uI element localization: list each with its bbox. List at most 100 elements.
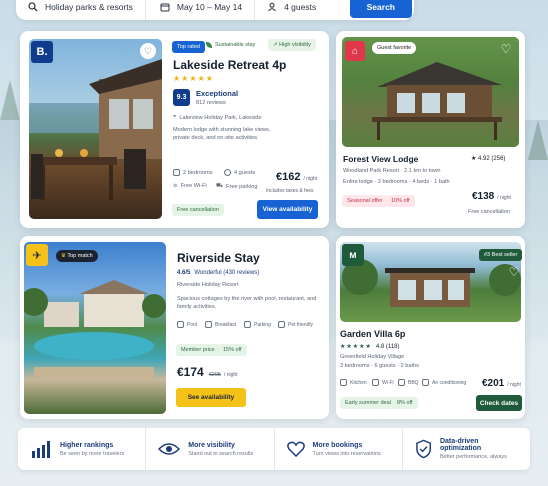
details-line: Entire lodge · 2 bedrooms · 4 beds · 1 b… [343, 179, 450, 185]
bar-chart-icon [32, 441, 50, 458]
destination-value: Holiday parks & resorts [45, 2, 133, 12]
favorite-heart-icon[interactable]: ♡ [140, 43, 156, 59]
kitchen-icon [340, 379, 347, 386]
person-icon [224, 169, 231, 176]
listing-card-forest[interactable]: ⌂ Guest favorite ♡ Forest View Lodge ★ 4… [336, 31, 525, 228]
guest-favorite-badge: Guest favorite [372, 42, 417, 54]
price-per-night: / night [223, 372, 238, 378]
favorite-heart-icon[interactable]: ♡ [506, 264, 522, 280]
park-name: Riverside Holiday Resort [177, 282, 239, 288]
amenity-bedrooms: 2 bedrooms [173, 169, 213, 176]
best-seller-badge: #3 Best seller [479, 249, 523, 261]
airbnb-logo: ⌂ [345, 41, 365, 61]
coffee-icon [205, 321, 212, 328]
rating: ★ 4.92 (256) [471, 156, 506, 162]
seasonal-offer-badge: Seasonal offer [342, 195, 388, 207]
shield-check-icon [415, 439, 431, 459]
price-per-night: / night [303, 176, 318, 182]
listing-title[interactable]: Lakeside Retreat 4p [173, 58, 286, 72]
top-match-badge: ♛ Top match [56, 250, 98, 262]
score-badge: 9.3 [173, 89, 190, 106]
listing-title[interactable]: Garden Villa 6p [340, 329, 405, 339]
price: €162 [276, 171, 301, 183]
amenity-guests: 4 guests [224, 169, 255, 176]
old-price: €205 [208, 372, 221, 378]
snowflake-icon [422, 379, 429, 386]
lodge-illustration [29, 59, 162, 200]
price-block: €201 / night [482, 378, 521, 389]
price: €174 [177, 365, 204, 379]
car-icon: ⛟ [216, 183, 224, 189]
listing-title[interactable]: Forest View Lodge [343, 154, 418, 164]
free-cancellation-badge: Free cancellation [172, 204, 224, 216]
listing-photo [24, 242, 166, 414]
resort-illustration [24, 280, 166, 379]
amenity-parking: ⛟ Free parking [216, 183, 258, 190]
member-discount-badge: 15% off [218, 344, 247, 356]
amenity-ac: Air conditioning [422, 379, 466, 386]
bed-icon [173, 169, 180, 176]
listing-card-lakeside[interactable]: B. ♡ Top rated Sustainable stay ↗ High v… [20, 31, 329, 228]
listing-description: Spacious cottages by the river with pool… [177, 296, 317, 310]
park-line: Woodland Park Resort · 2.1 km to town [343, 168, 441, 174]
price-block: €174 €205 / night [177, 365, 238, 379]
destination-field[interactable]: Holiday parks & resorts [16, 0, 145, 20]
eye-icon [158, 443, 181, 455]
price-per-night: / night [497, 195, 511, 201]
search-button[interactable]: Search [349, 0, 412, 18]
feature-visibility: More visibility Stand out in search resul… [145, 428, 273, 470]
check-dates-button[interactable]: Check dates [476, 395, 522, 411]
booking-logo: B. [31, 41, 53, 63]
details-line: 3 bedrooms · 6 guests · 2 baths [340, 363, 419, 369]
person-icon [268, 2, 276, 12]
rating-line: ★★★★★ 4.8 (118) [340, 343, 400, 351]
price-per-night: / night [507, 382, 521, 388]
top-rated-badge: Top rated [172, 41, 205, 53]
see-availability-button[interactable]: See availability [176, 388, 246, 407]
search-icon [28, 2, 38, 12]
listing-title[interactable]: Riverside Stay [177, 251, 260, 265]
feature-optimization: Data-driven optimization Better performan… [401, 428, 530, 470]
amenity-pool: Pool [177, 321, 197, 328]
listing-photo [29, 39, 162, 219]
location: ⌖ Lakeview Holiday Park, Lakeside [173, 114, 262, 121]
guests-value: 4 guests [284, 2, 317, 12]
park-name: Greenfield Holiday Village [340, 354, 405, 360]
parking-icon [244, 321, 251, 328]
dates-value: May 10 – May 14 [176, 2, 243, 12]
deal-discount-badge: 8% off [392, 397, 418, 409]
listing-card-garden[interactable]: ᴍ #3 Best seller ♡ Garden Villa 6p ★★★★★… [336, 236, 525, 419]
price-block: €138 / night [472, 191, 511, 202]
price: €201 [482, 378, 505, 389]
high-visibility-badge: ↗ High visibility [268, 39, 316, 51]
star-rating: ★★★★★ [173, 74, 214, 83]
amenity-pet: Pet friendly [278, 321, 313, 328]
green-brand-logo: ᴍ [342, 244, 364, 266]
wifi-icon: ≋ [173, 183, 178, 189]
price-block: €162 / night [276, 171, 317, 183]
rating-line: 4.6/5 Wonderful (430 reviews) [177, 270, 260, 276]
listing-description: Modern lodge with stunning lake views, p… [173, 127, 271, 141]
amenity-wifi: Wi-Fi [372, 379, 394, 386]
feature-bookings: More bookings Turn views into reservation… [273, 428, 402, 470]
favorite-heart-icon[interactable]: ♡ [498, 41, 514, 57]
discount-badge: 10% off [386, 195, 415, 207]
cabin-illustration [342, 37, 519, 147]
view-availability-button[interactable]: View availability [257, 200, 318, 219]
location-pin-icon: ⌖ [173, 114, 177, 120]
listing-photo [342, 37, 519, 147]
dates-field[interactable]: May 10 – May 14 [144, 0, 254, 20]
pool-icon [177, 321, 184, 328]
sustainable-badge: Sustainable stay [206, 42, 255, 48]
listing-card-riverside[interactable]: ✈ ♛ Top match Riverside Stay 4.6/5 Wonde… [20, 236, 329, 419]
amenity-kitchen: Kitchen [340, 379, 367, 386]
background-tree [528, 120, 548, 160]
early-deal-badge: Early summer deal [340, 397, 396, 409]
free-cancellation: Free cancellation [468, 209, 510, 215]
guests-field[interactable]: 4 guests [254, 0, 328, 20]
review-count: 812 reviews [196, 100, 226, 106]
amenity-bbq: BBQ [398, 379, 419, 386]
heart-icon [286, 441, 305, 457]
amenity-breakfast: Breakfast [205, 321, 236, 328]
leaf-icon [206, 42, 212, 48]
